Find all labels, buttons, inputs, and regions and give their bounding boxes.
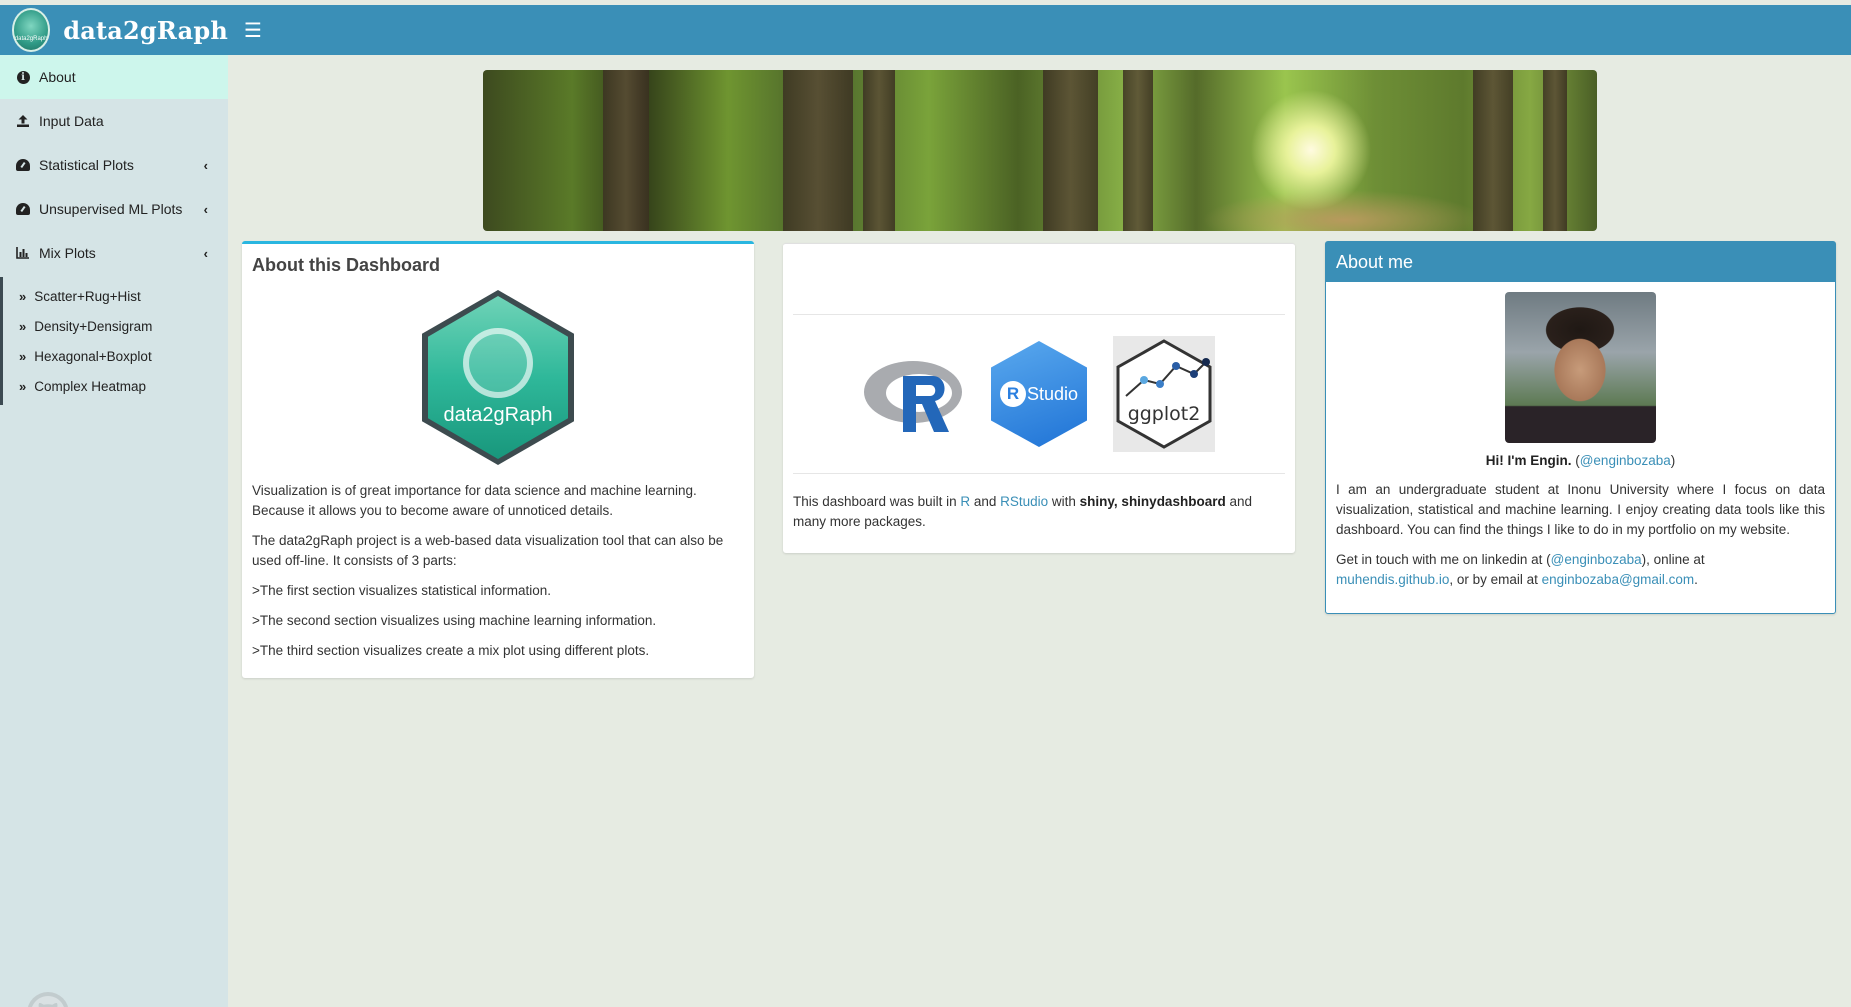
info-icon: i xyxy=(16,70,30,84)
chevron-left-icon: ‹ xyxy=(203,201,208,217)
text: with xyxy=(1048,494,1080,509)
greeting-name: Hi! I'm Engin. xyxy=(1485,453,1572,468)
ggplot2-logo-text: ggplot2 xyxy=(1128,403,1201,425)
paragraph: >The first section visualizes statistica… xyxy=(252,583,551,598)
text: ) xyxy=(1670,453,1676,468)
dashboard-icon xyxy=(16,158,30,172)
link-email[interactable]: enginbozaba@gmail.com xyxy=(1542,572,1695,587)
sidebar-item-mix-plots[interactable]: Mix Plots ‹ xyxy=(0,231,228,275)
double-chevron-right-icon: » xyxy=(19,348,26,364)
avatar xyxy=(1505,292,1656,443)
sidebar-item-label: Input Data xyxy=(39,113,104,129)
sidebar-item-input-data[interactable]: Input Data xyxy=(0,99,228,143)
link-website[interactable]: muhendis.github.io xyxy=(1336,572,1449,587)
text: . xyxy=(1694,572,1698,587)
recycle-cube-icon xyxy=(463,328,533,398)
sidebar-item-label: Statistical Plots xyxy=(39,157,134,173)
submenu-item-complex-heatmap[interactable]: » Complex Heatmap xyxy=(3,371,228,401)
bar-chart-icon xyxy=(16,246,30,260)
box-title: About this Dashboard xyxy=(252,255,440,275)
sidebar: i About Input Data Statistical Plots ‹ U… xyxy=(0,55,228,1007)
text: ( xyxy=(1571,453,1580,468)
box-title: About me xyxy=(1336,251,1414,272)
submenu-item-label: Complex Heatmap xyxy=(34,378,147,394)
app-logo-text: data2gRaph xyxy=(14,36,48,42)
paragraph: >The second section visualizes using mac… xyxy=(252,613,657,628)
text: ), online at xyxy=(1641,552,1705,567)
about-dashboard-box: About this Dashboard data2gRaph Visualiz… xyxy=(242,241,754,678)
paragraph: Visualization is of great importance for… xyxy=(252,483,697,518)
sidebar-item-statistical-plots[interactable]: Statistical Plots ‹ xyxy=(0,143,228,187)
github-icon[interactable] xyxy=(27,992,69,1007)
sidebar-item-unsupervised-ml-plots[interactable]: Unsupervised ML Plots ‹ xyxy=(0,187,228,231)
hex-logo-text: data2gRaph xyxy=(443,404,553,426)
link-linkedin[interactable]: @enginbozaba xyxy=(1551,552,1642,567)
bio-paragraph: I am an undergraduate student at Inonu U… xyxy=(1336,482,1825,537)
built-with-box: R Studio ggplot2 This dashboard was built… xyxy=(783,243,1295,553)
contact-paragraph: Get in touch with me on linkedin at (@en… xyxy=(1336,550,1825,590)
link-r[interactable]: R xyxy=(960,494,970,509)
text: Get in touch with me on linkedin at ( xyxy=(1336,552,1551,567)
sidebar-item-label: Mix Plots xyxy=(39,245,96,261)
rstudio-logo: R Studio xyxy=(991,341,1087,447)
sidebar-item-label: Unsupervised ML Plots xyxy=(39,201,183,217)
link-rstudio[interactable]: RStudio xyxy=(1000,494,1048,509)
paragraph: The data2gRaph project is a web-based da… xyxy=(252,533,724,568)
text: and xyxy=(970,494,1001,509)
app-title: data2gRaph xyxy=(63,15,228,45)
paragraph: >The third section visualizes create a m… xyxy=(252,643,650,658)
sidebar-toggle-icon[interactable]: ☰ xyxy=(240,18,266,43)
bold-text: shiny, shinydashboard xyxy=(1079,494,1226,509)
link-handle[interactable]: @enginbozaba xyxy=(1580,453,1671,468)
greeting: Hi! I'm Engin. (@enginbozaba) xyxy=(1326,453,1835,468)
main-content: About this Dashboard data2gRaph Visualiz… xyxy=(228,55,1851,1007)
double-chevron-right-icon: » xyxy=(19,288,26,304)
about-me-header: About me xyxy=(1326,242,1835,282)
chevron-left-icon: ‹ xyxy=(203,157,208,173)
dashboard-icon xyxy=(16,202,30,216)
submenu-item-scatter-rug-hist[interactable]: » Scatter+Rug+Hist xyxy=(3,281,228,311)
upload-icon xyxy=(16,114,30,128)
submenu-item-label: Scatter+Rug+Hist xyxy=(34,288,141,304)
chevron-left-icon: ‹ xyxy=(203,245,208,261)
submenu-item-hexagonal-boxplot[interactable]: » Hexagonal+Boxplot xyxy=(3,341,228,371)
app-logo: data2gRaph xyxy=(12,8,51,52)
text: This dashboard was built in xyxy=(793,494,961,509)
submenu-item-density-densigram[interactable]: » Density+Densigram xyxy=(3,311,228,341)
sidebar-item-label: About xyxy=(39,69,76,85)
text: , or by email at xyxy=(1449,572,1542,587)
double-chevron-right-icon: » xyxy=(19,378,26,394)
mix-plots-submenu: » Scatter+Rug+Hist » Density+Densigram »… xyxy=(0,277,228,405)
submenu-item-label: Density+Densigram xyxy=(34,318,153,334)
sidebar-item-about[interactable]: i About xyxy=(0,55,228,99)
double-chevron-right-icon: » xyxy=(19,318,26,334)
ggplot2-logo: ggplot2 xyxy=(1113,336,1215,452)
brand[interactable]: data2gRaph data2gRaph xyxy=(0,5,228,55)
rstudio-logo-text: Studio xyxy=(1026,383,1079,404)
forest-banner-image xyxy=(483,70,1597,231)
top-navbar: data2gRaph data2gRaph ☰ xyxy=(0,5,1851,55)
tech-logos: R Studio ggplot2 xyxy=(783,315,1295,473)
about-me-box: About me Hi! I'm Engin. (@enginbozaba) I… xyxy=(1325,241,1836,614)
data2graph-hex-logo: data2gRaph xyxy=(422,290,574,465)
built-with-text: This dashboard was built in R and RStudi… xyxy=(783,474,1295,542)
r-logo xyxy=(863,354,965,434)
submenu-item-label: Hexagonal+Boxplot xyxy=(34,348,152,364)
